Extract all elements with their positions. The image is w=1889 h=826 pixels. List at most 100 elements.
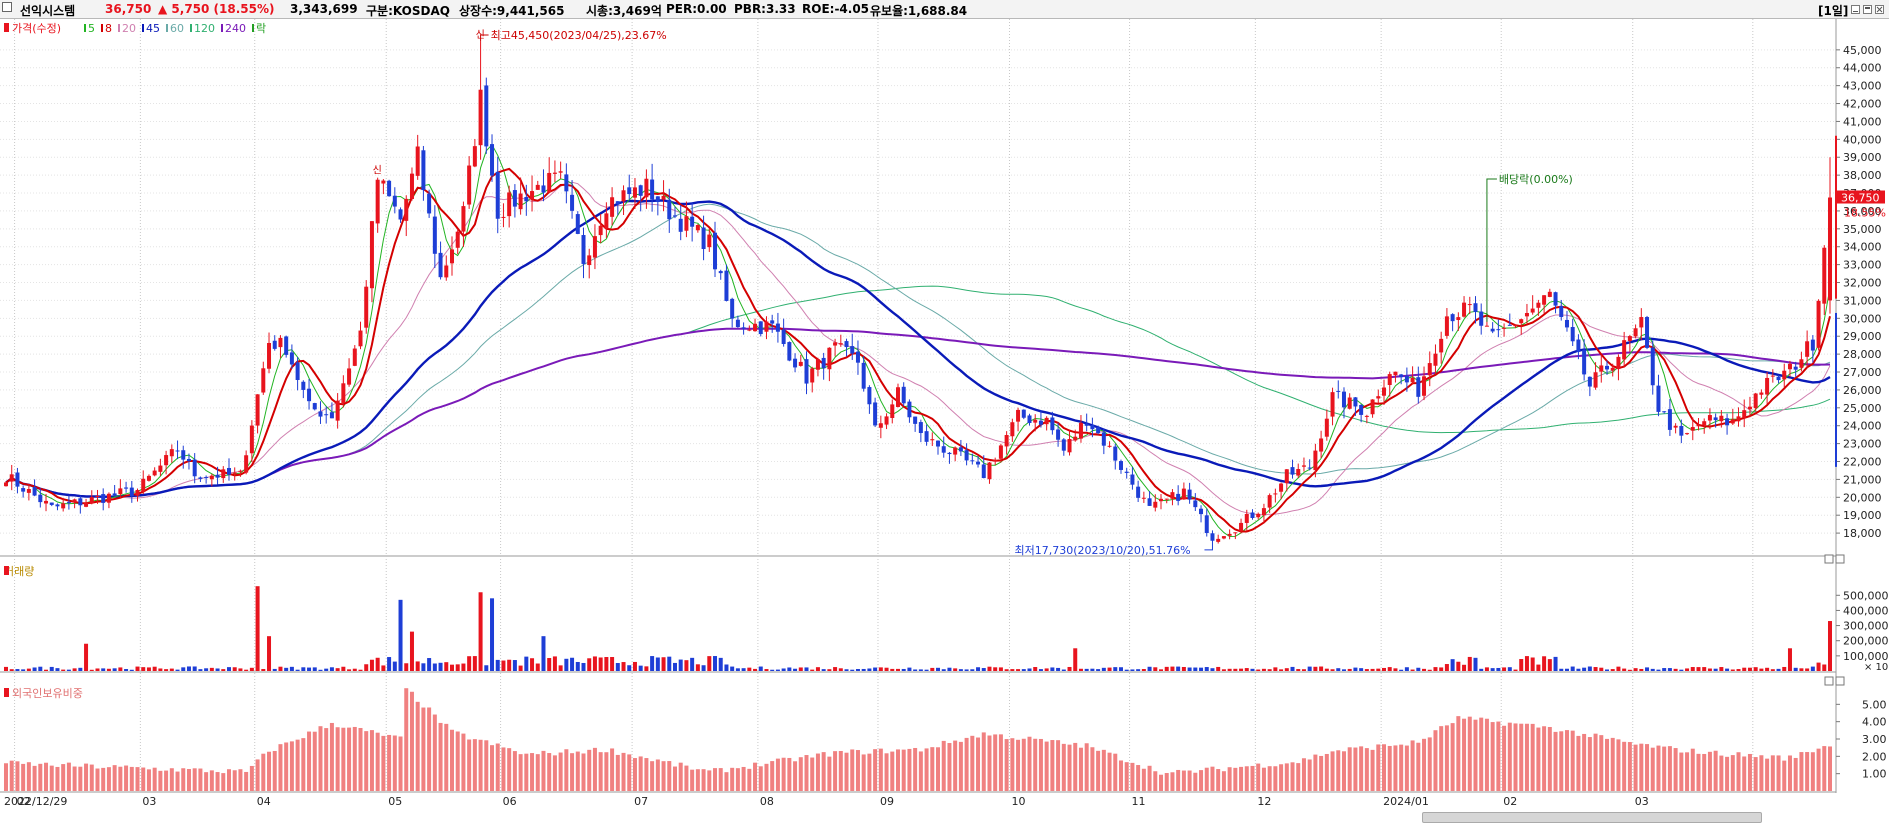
foreign-bar (958, 741, 963, 791)
volume-bar (1753, 667, 1758, 671)
volume-bar (221, 669, 226, 671)
candle-body (707, 234, 712, 248)
chart-scrollbar[interactable] (1422, 812, 1762, 823)
candle-body (1296, 469, 1301, 476)
foreign-bar (798, 757, 803, 791)
foreign-bar (1564, 730, 1569, 791)
candle-body (1027, 415, 1032, 423)
volume-bar (467, 656, 472, 671)
volume-bar (478, 592, 483, 671)
candle-body (49, 502, 54, 505)
candle-body (1656, 385, 1661, 412)
foreign-bar (1050, 740, 1055, 791)
foreign-bar (1221, 771, 1226, 791)
volume-bar (341, 666, 346, 671)
foreign-bar (1387, 745, 1392, 791)
x-date-label: 11 (1132, 795, 1146, 808)
stock-name: 선익시스템 (20, 4, 76, 18)
volume-bar (1090, 668, 1095, 671)
volume-bar (1324, 668, 1329, 671)
close-icon[interactable] (1875, 5, 1884, 14)
candle-body (1124, 471, 1129, 473)
foreign-bar (89, 764, 94, 791)
candle-body (335, 400, 340, 421)
foreign-bar (1393, 745, 1398, 791)
candle-body (941, 446, 946, 453)
foreign-bar (1239, 766, 1244, 791)
foreign-bar (1027, 736, 1032, 791)
volume-bar (678, 659, 683, 671)
candle-body (404, 198, 409, 221)
volume-bar (1805, 668, 1810, 671)
market-type: 구분:KOSDAQ (366, 4, 450, 18)
candle-body (547, 172, 552, 193)
candle-body (1004, 435, 1009, 447)
stock-search-icon[interactable] (2, 2, 12, 12)
candle-body (604, 213, 609, 229)
volume-bar (72, 668, 77, 671)
volume-bar (392, 661, 397, 671)
foreign-bar (438, 722, 443, 791)
candle-body (895, 387, 900, 407)
volume-bar (1587, 666, 1592, 671)
volume-bar (575, 661, 580, 671)
volume-tick-label: 400,000 (1843, 604, 1889, 617)
foreign-bar (861, 754, 866, 791)
stock-chart[interactable]: 거래량100,000200,000300,000400,000500,000× … (0, 19, 1889, 826)
foreign-bar (1645, 744, 1650, 791)
legend-swatch (118, 24, 120, 32)
foreign-bar (1656, 745, 1661, 791)
foreign-bar (730, 767, 735, 791)
candle-body (324, 414, 329, 416)
foreign-bar (1536, 727, 1541, 791)
volume-bar (1553, 656, 1558, 671)
candle-body (741, 327, 746, 329)
minimize-icon[interactable] (1851, 5, 1860, 14)
foreign-bar (404, 688, 409, 791)
foreign-bar (1250, 765, 1255, 791)
volume-bar (84, 643, 89, 671)
volume-bar (1193, 667, 1198, 671)
volume-bar (1250, 668, 1255, 671)
foreign-bar (1690, 748, 1695, 791)
candle-body (484, 85, 489, 147)
foreign-bar (1627, 742, 1632, 791)
foreign-bar (112, 765, 117, 791)
foreign-bar (135, 767, 140, 791)
foreign-bar (1513, 723, 1518, 791)
volume-bar (1364, 669, 1369, 671)
candle-body (1770, 375, 1775, 377)
candle-body (1490, 328, 1495, 332)
volume-bar (815, 667, 820, 671)
volume-bar (1450, 659, 1455, 671)
candle-body (55, 504, 60, 507)
foreign-title-swatch (4, 688, 9, 697)
volume-bar (421, 663, 426, 671)
foreign-bar (1107, 752, 1112, 791)
maximize-icon[interactable] (1863, 5, 1872, 14)
foreign-bar (918, 751, 923, 791)
volume-bar (347, 669, 352, 671)
volume-bar (1713, 668, 1718, 671)
foreign-bar (1639, 743, 1644, 791)
candle-body (381, 180, 386, 184)
candle-body (129, 487, 134, 497)
volume-bar (1564, 668, 1569, 671)
foreign-bar (1233, 767, 1238, 791)
period-selector[interactable]: [1일] (1818, 2, 1848, 19)
volume-bar (804, 667, 809, 671)
candle-body (1199, 508, 1204, 515)
legend-swatch (101, 24, 103, 32)
candle-body (1221, 536, 1226, 539)
candle-body (38, 494, 43, 503)
volume-bar (204, 668, 209, 671)
foreign-bar (1810, 752, 1815, 791)
candle-body (421, 150, 426, 191)
volume-bar (770, 669, 775, 671)
foreign-bar (1547, 726, 1552, 791)
foreign-bar (541, 750, 546, 791)
volume-bar (1799, 668, 1804, 671)
candle-body (1113, 446, 1118, 461)
candle-body (1016, 409, 1021, 422)
foreign-bar (1530, 723, 1535, 791)
